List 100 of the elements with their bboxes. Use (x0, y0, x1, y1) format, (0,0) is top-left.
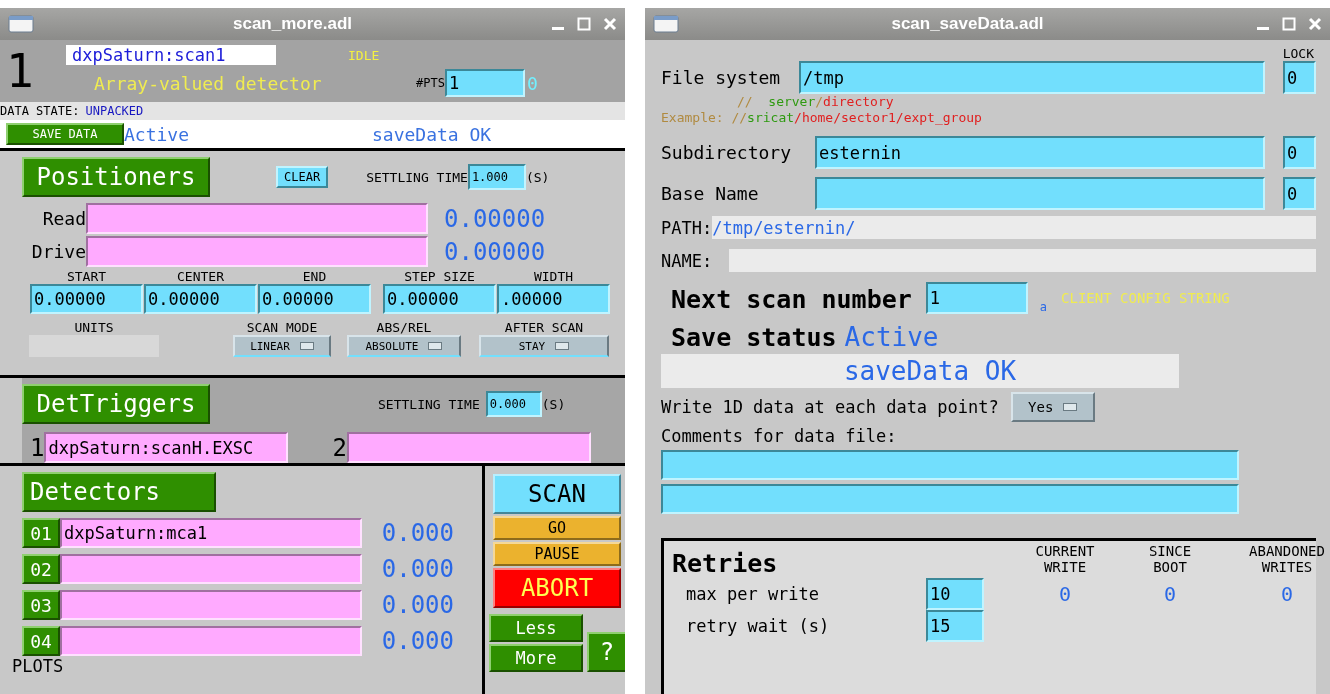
lock-field[interactable]: 0 (1283, 136, 1316, 169)
maximize-icon[interactable] (1282, 17, 1296, 31)
maximize-icon[interactable] (577, 17, 591, 31)
text-field[interactable]: esternin (815, 136, 1265, 169)
description: Array-valued detector (94, 72, 323, 94)
detectors-button[interactable]: Detectors (22, 472, 216, 512)
comment-field[interactable] (661, 484, 1239, 514)
settling-time-label: SETTLING TIME (366, 169, 468, 185)
detector-readout: 0.000 (380, 591, 454, 619)
detector-pv-field[interactable]: dxpSaturn:mca1 (60, 518, 362, 548)
parameter-field[interactable]: .00000 (497, 284, 610, 314)
column-header: WRITES (1261, 559, 1313, 575)
scan-pv-name: dxpSaturn:scan1 (66, 45, 276, 65)
retry-count: 0 (1163, 582, 1176, 606)
pts-indicator: 0 (526, 72, 538, 94)
clear-button[interactable]: CLEAR (276, 166, 329, 188)
save-status-label: Save status (671, 322, 837, 352)
parameter-field[interactable]: 0.00000 (30, 284, 143, 314)
text-field[interactable]: /tmp (799, 61, 1265, 94)
status-message-bar: saveData OK (661, 354, 1179, 388)
trigger-index: 1 (30, 433, 45, 462)
close-icon[interactable] (1308, 17, 1322, 31)
menu-button[interactable]: LINEAR (233, 335, 331, 357)
less-button[interactable]: Less (489, 614, 583, 642)
name-label: NAME: (661, 250, 714, 271)
parameter-field[interactable]: 0.00000 (258, 284, 371, 314)
settling-time-label: SETTLING TIME (378, 396, 480, 412)
scan-index: 1 (6, 44, 35, 98)
comments-label: Comments for data file: (661, 426, 898, 446)
positioners-button[interactable]: Positioners (22, 157, 210, 197)
positioner-readout: 0.00000 (444, 237, 546, 266)
menu-indicator-icon (555, 342, 570, 350)
window-title: scan_more.adl (231, 14, 354, 34)
pts-field[interactable]: 1 (444, 69, 525, 97)
unit-label: (S) (541, 396, 566, 412)
parameter-label: END (302, 269, 327, 284)
abort-button[interactable]: ABORT (493, 568, 621, 608)
client-config-label: CLIENT CONFIG STRING (1061, 290, 1230, 306)
parameter-field[interactable]: 0.00000 (383, 284, 496, 314)
retries-title: Retries (672, 549, 779, 578)
go-button[interactable]: GO (493, 516, 621, 540)
pause-button[interactable]: PAUSE (493, 542, 621, 566)
column-header: CURRENT (1035, 543, 1095, 559)
next-scan-field[interactable]: 1 (925, 282, 1028, 314)
retry-label: max per write (686, 584, 821, 604)
retry-count: 0 (1280, 582, 1293, 606)
positioner-pv-field[interactable] (86, 236, 428, 267)
menu-indicator-icon (428, 342, 443, 350)
path-readout: /tmp/esternin/ (712, 216, 1316, 239)
detector-index[interactable]: 04 (22, 626, 60, 656)
comment-field[interactable] (661, 450, 1239, 480)
window-menu-icon[interactable] (653, 15, 679, 33)
detector-index[interactable]: 01 (22, 518, 60, 548)
det-triggers-button[interactable]: DetTriggers (22, 384, 210, 424)
settling-time-field[interactable]: 1.000 (467, 164, 526, 190)
detector-index[interactable]: 02 (22, 554, 60, 584)
menu-indicator-icon (1063, 403, 1078, 411)
write-1d-menu[interactable]: Yes (1010, 392, 1095, 422)
path-label: PATH: (661, 217, 713, 238)
marker-text: a (1039, 300, 1048, 314)
detector-pv-field[interactable] (60, 554, 362, 584)
more-button[interactable]: More (489, 644, 583, 672)
write-1d-label: Write 1D data at each data point? (661, 397, 999, 417)
parameter-label: START (66, 269, 107, 284)
menu-label: ABS/REL (376, 320, 432, 335)
save-status-value: Active (844, 322, 939, 352)
menu-button[interactable]: ABSOLUTE (347, 335, 461, 357)
retry-field[interactable]: 15 (926, 610, 984, 642)
detector-readout: 0.000 (380, 627, 454, 655)
menu-label: AFTER SCAN (504, 320, 584, 335)
lock-field[interactable]: 0 (1283, 177, 1316, 210)
save-status: Active (124, 123, 191, 145)
detector-pv-field[interactable] (60, 626, 362, 656)
detector-index[interactable]: 03 (22, 590, 60, 620)
data-state-label: DATA STATE: (0, 104, 80, 118)
field-label: File system (661, 67, 782, 88)
trigger-pv-field[interactable]: dxpSaturn:scanH.EXSC (44, 432, 289, 463)
text-field[interactable] (815, 177, 1265, 210)
trigger-pv-field[interactable] (346, 432, 591, 463)
retry-count: 0 (1058, 582, 1071, 606)
column-header: ABANDONED (1249, 543, 1325, 559)
save-data-button[interactable]: SAVE DATA (6, 123, 124, 145)
save-message: saveData OK (372, 123, 492, 145)
scan-button[interactable]: SCAN (493, 474, 621, 514)
retry-label: retry wait (s) (686, 616, 831, 636)
detector-readout: 0.000 (380, 555, 454, 583)
menu-indicator-icon (299, 342, 314, 350)
parameter-field[interactable]: 0.00000 (144, 284, 257, 314)
menu-button[interactable]: STAY (479, 335, 609, 357)
retry-field[interactable]: 10 (926, 578, 984, 610)
close-icon[interactable] (603, 17, 617, 31)
lock-field[interactable]: 0 (1283, 61, 1316, 94)
settling-time-field[interactable]: 0.000 (485, 391, 542, 417)
detector-pv-field[interactable] (60, 590, 362, 620)
detector-readout: 0.000 (380, 519, 454, 547)
parameter-label: CENTER (177, 269, 224, 284)
window-menu-icon[interactable] (8, 15, 34, 33)
positioner-pv-field[interactable] (86, 203, 428, 234)
unit-label: (S) (525, 169, 550, 185)
help-button[interactable]: ? (587, 632, 625, 672)
